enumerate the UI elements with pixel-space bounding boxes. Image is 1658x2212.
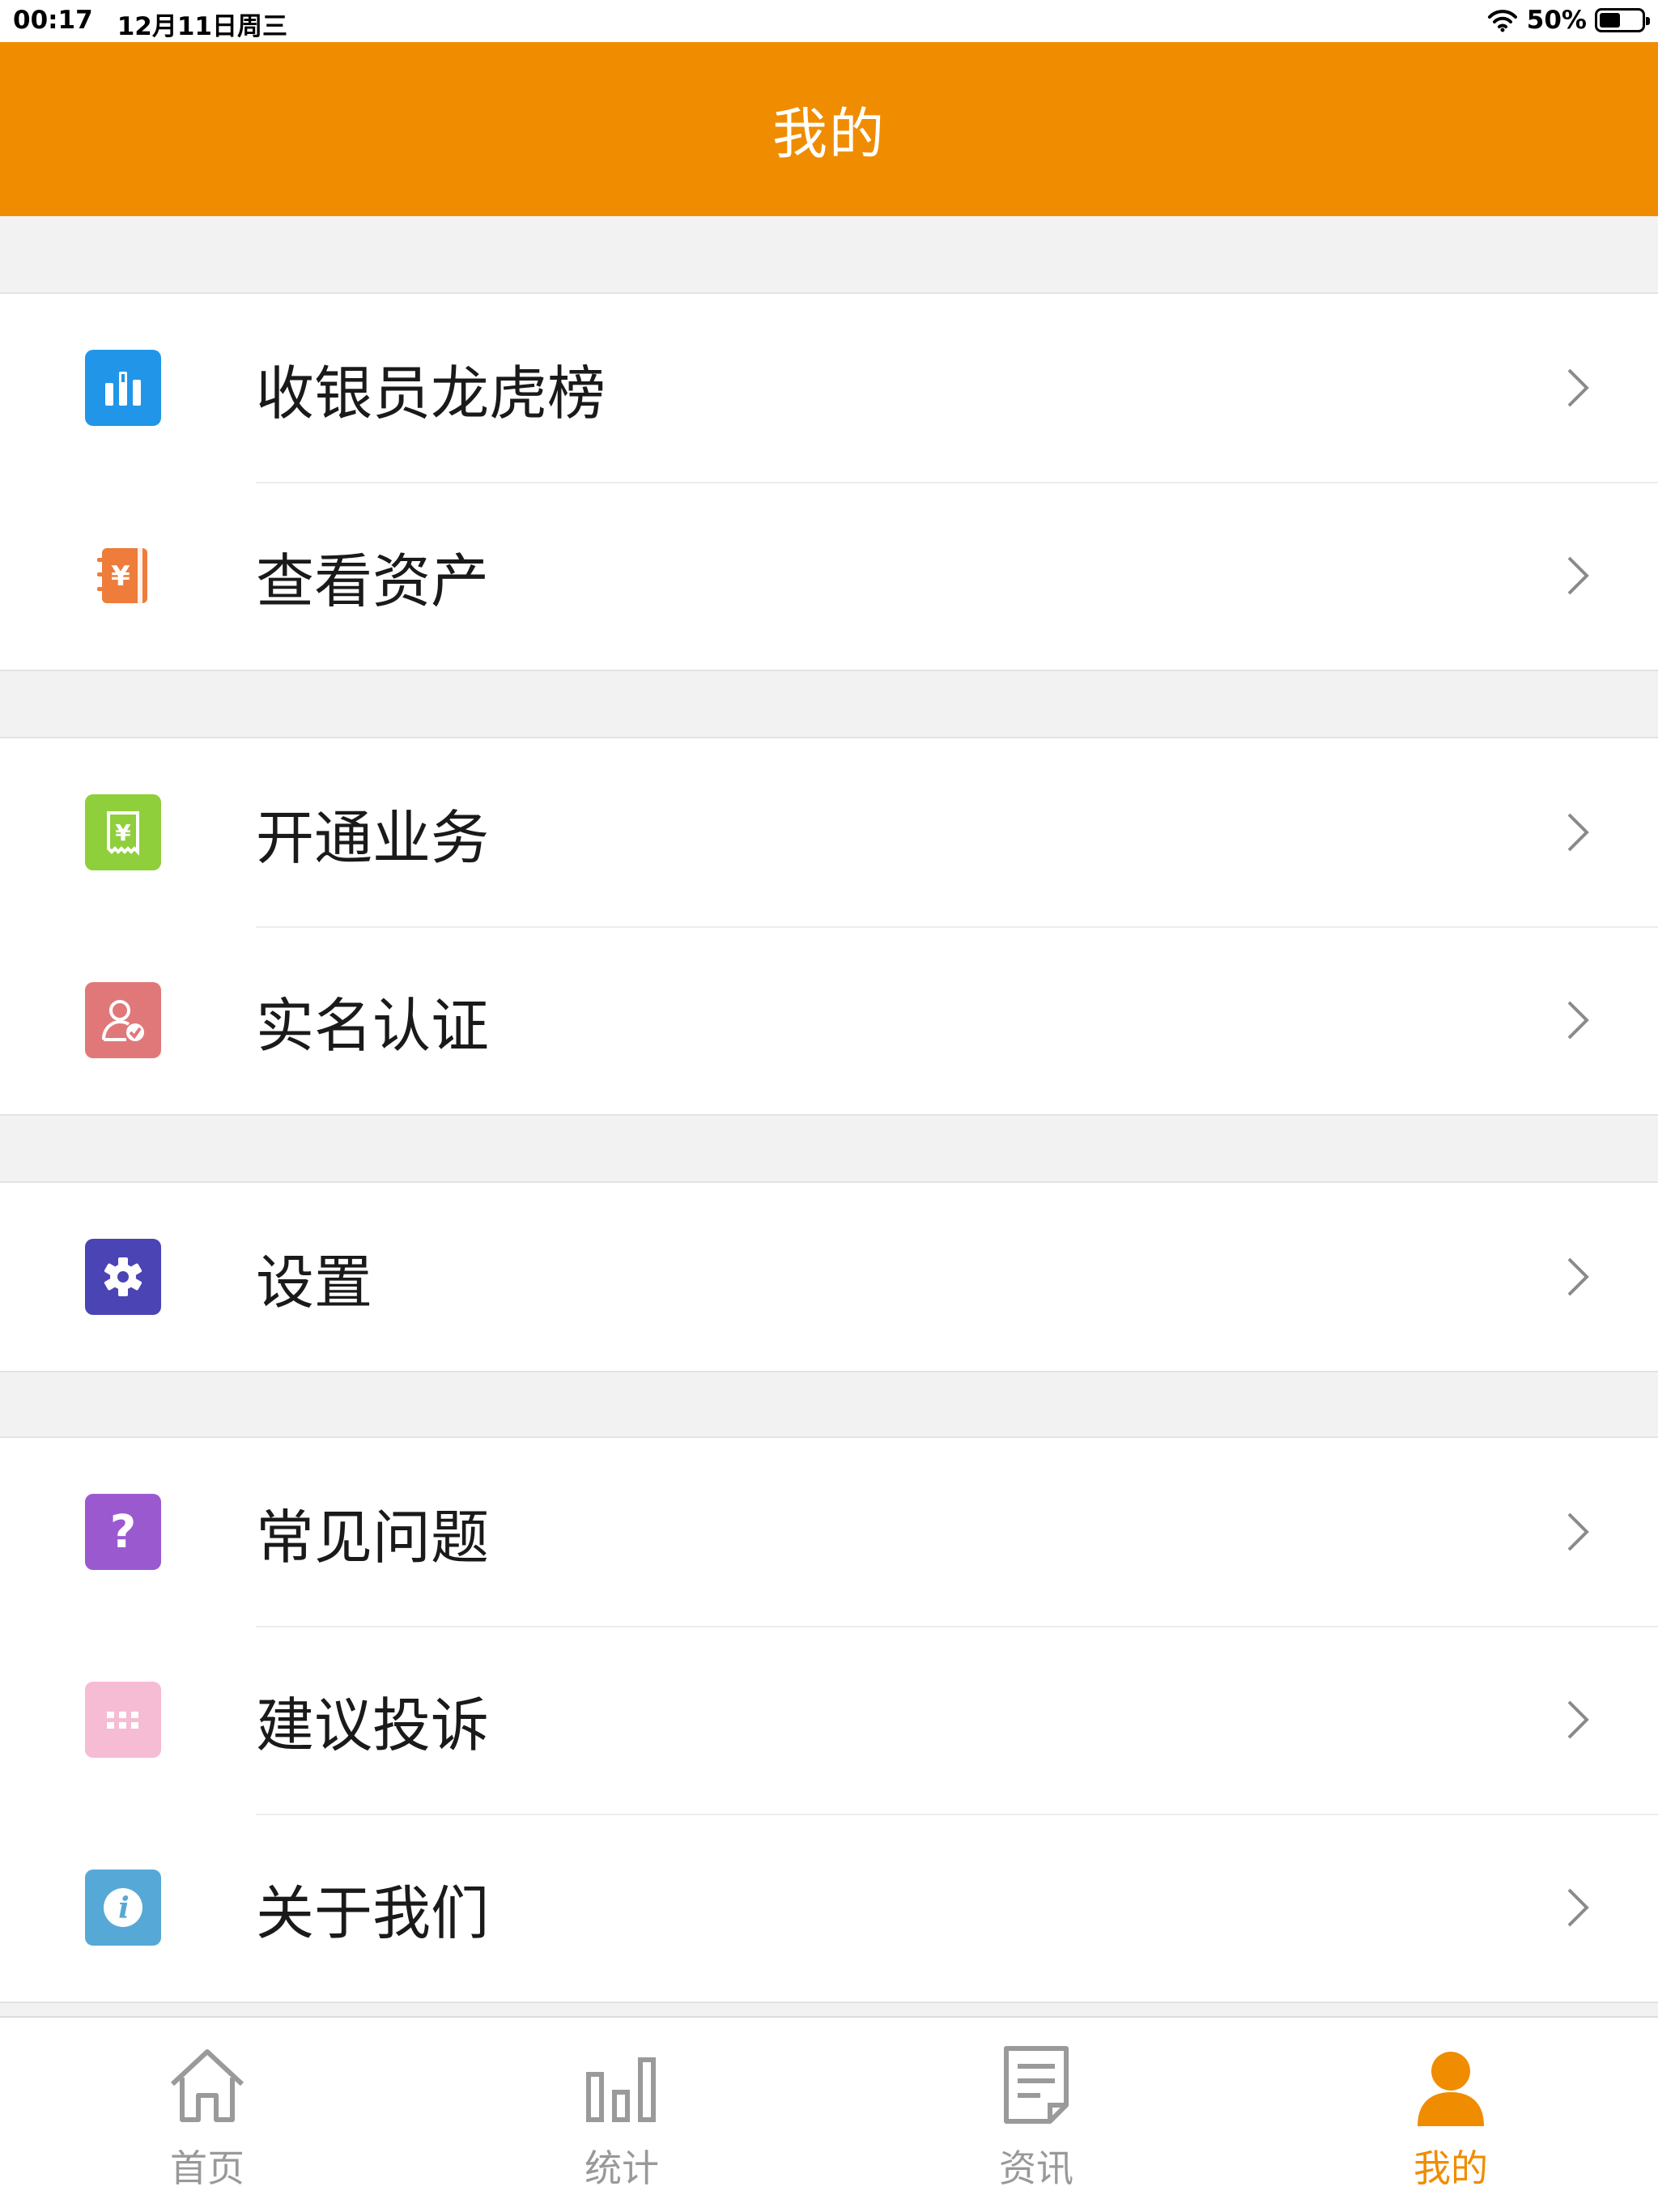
chevron-right-icon (1567, 1512, 1589, 1551)
menu-item-label: 常见问题 (256, 1503, 490, 1572)
chevron-right-icon (1567, 1001, 1589, 1040)
news-icon (1004, 2046, 1069, 2124)
svg-text:¥: ¥ (115, 819, 131, 846)
menu-item-faq[interactable]: ? 常见问题 (0, 1438, 1658, 1626)
svg-text:i: i (118, 1891, 130, 1925)
status-date: 12月11日周三 (117, 12, 287, 41)
tab-news[interactable]: 资讯 (829, 2018, 1244, 2212)
chevron-right-icon (1567, 1700, 1589, 1739)
menu-item-label: 开通业务 (256, 803, 490, 872)
menu-item-real-name-auth[interactable]: 实名认证 (0, 926, 1658, 1114)
stats-icon (586, 2057, 656, 2122)
tab-label: 我的 (1414, 2146, 1488, 2190)
question-icon: ? (85, 1494, 161, 1570)
chevron-right-icon (1567, 556, 1589, 595)
menu-item-about-us[interactable]: i 关于我们 (0, 1814, 1658, 2001)
menu-item-label: 收银员龙虎榜 (256, 359, 606, 428)
keypad-icon (85, 1682, 161, 1758)
menu-item-label: 建议投诉 (256, 1691, 490, 1759)
tab-label: 首页 (170, 2146, 244, 2190)
tab-label: 资讯 (999, 2146, 1073, 2190)
yuan-notebook-icon: ¥ (85, 538, 161, 614)
chevron-right-icon (1567, 813, 1589, 852)
page: 00:17 12月11日周三 50% 我的 收银员龙虎榜 ¥ 查看资产 ¥ 开通… (0, 0, 1658, 2212)
battery-percent: 50% (1526, 6, 1587, 35)
tab-home[interactable]: 首页 (0, 2018, 414, 2212)
person-icon (1418, 2052, 1484, 2126)
wifi-icon (1487, 10, 1517, 32)
menu-item-label: 实名认证 (256, 991, 490, 1060)
status-time: 00:17 (13, 6, 93, 35)
tab-label: 统计 (585, 2146, 659, 2190)
menu-item-view-assets[interactable]: ¥ 查看资产 (0, 482, 1658, 670)
page-title: 我的 (772, 103, 886, 167)
menu-group-settings: 设置 (0, 1181, 1658, 1372)
gear-icon (85, 1239, 161, 1315)
info-icon: i (85, 1870, 161, 1946)
menu-group-assets: 收银员龙虎榜 ¥ 查看资产 (0, 292, 1658, 671)
battery-icon (1595, 8, 1650, 32)
menu-item-feedback[interactable]: 建议投诉 (0, 1626, 1658, 1814)
menu-item-label: 关于我们 (256, 1878, 490, 1947)
yuan-receipt-icon: ¥ (85, 794, 161, 870)
bar-chart-icon (85, 350, 161, 426)
tab-stats[interactable]: 统计 (414, 2018, 829, 2212)
chevron-right-icon (1567, 1888, 1589, 1927)
home-icon (170, 2049, 244, 2122)
status-bar: 00:17 12月11日周三 50% (0, 0, 1658, 42)
tab-bar: 首页 统计 资讯 我的 (0, 2016, 1658, 2212)
chevron-right-icon (1567, 1257, 1589, 1296)
menu-item-cashier-ranking[interactable]: 收银员龙虎榜 (0, 294, 1658, 482)
chevron-right-icon (1567, 368, 1589, 407)
menu-item-open-business[interactable]: ¥ 开通业务 (0, 738, 1658, 926)
user-check-icon (85, 982, 161, 1058)
menu-item-label: 查看资产 (256, 547, 490, 615)
tab-mine[interactable]: 我的 (1244, 2018, 1658, 2212)
menu-group-help: ? 常见问题 建议投诉 i 关于我们 (0, 1436, 1658, 2003)
menu-item-label: 设置 (256, 1248, 373, 1317)
menu-group-business: ¥ 开通业务 实名认证 (0, 737, 1658, 1116)
header: 我的 (0, 42, 1658, 216)
menu-item-settings[interactable]: 设置 (0, 1183, 1658, 1371)
svg-text:¥: ¥ (111, 560, 130, 593)
